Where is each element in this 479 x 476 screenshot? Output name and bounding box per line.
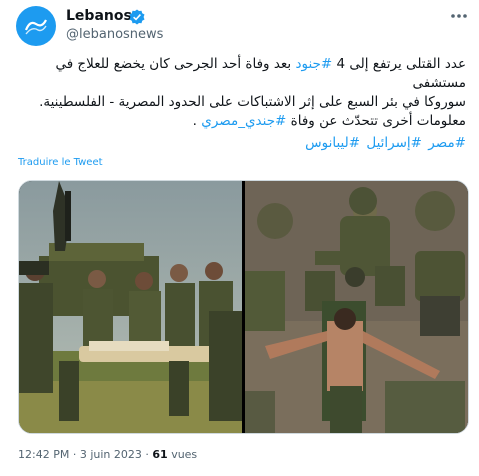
verified-badge-icon <box>129 9 145 25</box>
views-count: 61 <box>152 448 168 461</box>
account-name[interactable]: Lebanos <box>66 8 132 24</box>
translate-tweet-link[interactable]: Traduire le Tweet <box>18 157 103 168</box>
hashtag-link[interactable]: #جنود <box>295 56 332 72</box>
hashtag-link[interactable]: #مصر <box>428 135 466 151</box>
meta-separator: · <box>145 448 149 461</box>
tweet-text-segment: عدد القتلى يرتفع إلى 4 <box>332 56 467 72</box>
tweet-line-2: سوروكا في بئر السبع على إثر الاشتباكات ع… <box>39 94 466 110</box>
tweet-text-segment: معلومات أخرى تتحدّث عن وفاة <box>286 113 466 129</box>
tweet-header: Lebanos @lebanosnews <box>16 6 471 46</box>
account-handle[interactable]: @lebanosnews <box>66 27 163 42</box>
tweet-line-1: عدد القتلى يرتفع إلى 4 #جنود بعد وفاة أح… <box>14 55 466 93</box>
tweet-body: عدد القتلى يرتفع إلى 4 #جنود بعد وفاة أح… <box>14 55 466 131</box>
views-label: vues <box>171 448 198 461</box>
tweet-text-segment: . <box>192 113 202 129</box>
wounded-soldier-photo[interactable] <box>245 181 468 433</box>
soldiers-stretcher-photo[interactable] <box>19 181 242 433</box>
hashtag-link[interactable]: #جندي_مصري <box>201 113 286 129</box>
hashtag-row: #مصر #إسرائيل #ليبانوس <box>14 135 466 151</box>
tweet-meta: 12:42 PM · 3 juin 2023 · 61 vues <box>18 448 197 461</box>
tweet-date[interactable]: 3 juin 2023 <box>80 448 142 461</box>
tweet-line-3: معلومات أخرى تتحدّث عن وفاة #جندي_مصري . <box>14 112 466 131</box>
hashtag-link[interactable]: #ليبانوس <box>305 135 360 151</box>
tweet-time[interactable]: 12:42 PM <box>18 448 69 461</box>
lebanos-logo-icon[interactable] <box>16 6 56 46</box>
meta-separator: · <box>72 448 77 461</box>
tweet-media <box>18 180 469 434</box>
more-horizontal-icon[interactable] <box>447 6 471 26</box>
hashtag-link[interactable]: #إسرائيل <box>366 135 422 151</box>
